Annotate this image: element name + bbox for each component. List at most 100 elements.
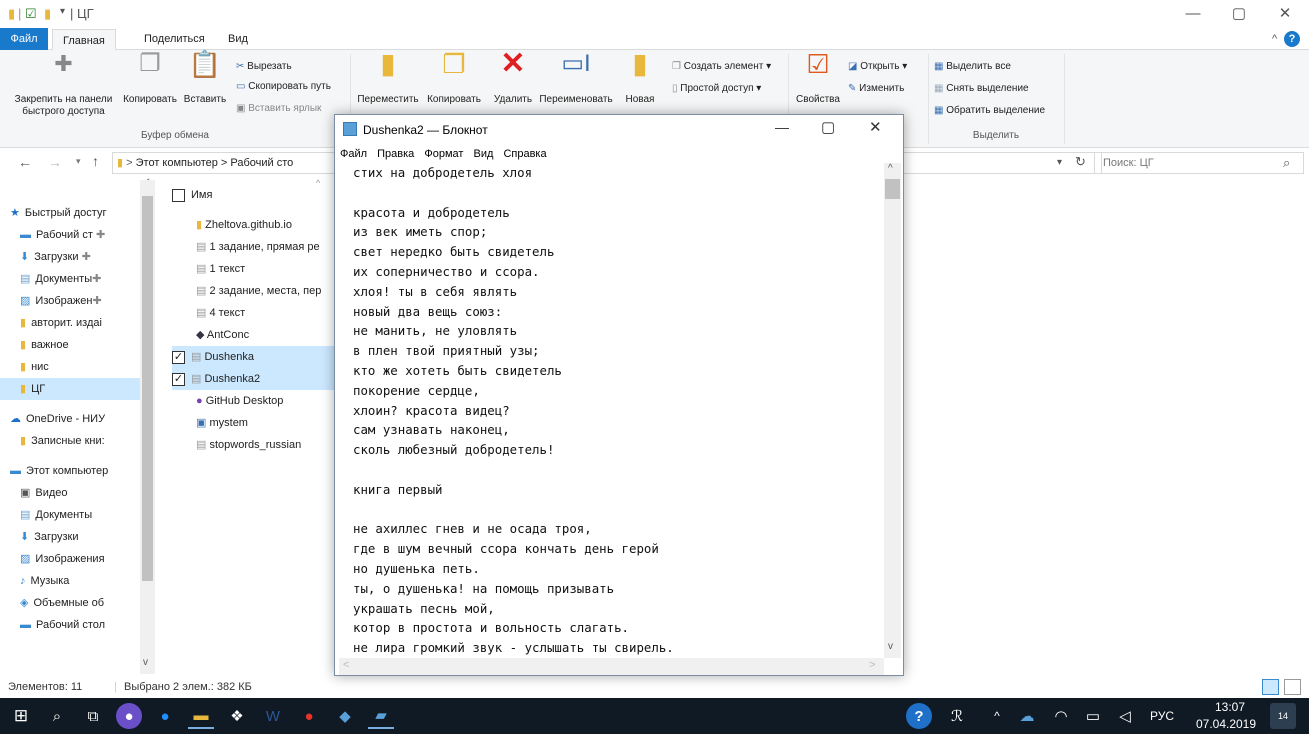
nav-quick-access[interactable]: ★ Быстрый достуг — [10, 202, 106, 224]
menu-file[interactable]: Файл — [340, 148, 367, 160]
nav-item-pictures[interactable]: ▨ Изображения — [20, 548, 105, 570]
nav-scroll-down-icon[interactable]: v — [143, 657, 148, 668]
nav-item-pictures[interactable]: ▨ Изображен✚ — [20, 290, 102, 312]
dropbox-icon[interactable]: ❖ — [224, 703, 250, 729]
refresh-icon[interactable]: ↻ — [1075, 153, 1086, 172]
customize-qa-icon[interactable]: ▾ — [60, 6, 65, 17]
cut-button[interactable]: ✂ Вырезать — [236, 60, 292, 74]
search-icon[interactable]: ⌕ — [44, 703, 70, 729]
new-folder-button[interactable]: ▮ Новая — [620, 50, 660, 106]
nav-item-current[interactable]: ▮ ЦГ — [0, 378, 140, 400]
forward-icon[interactable]: → — [48, 154, 62, 170]
onedrive-tray-icon[interactable]: ☁ — [1014, 703, 1040, 729]
scrollbar-thumb[interactable] — [885, 179, 900, 199]
people-icon[interactable]: ℛ — [944, 703, 970, 729]
scroll-right-icon[interactable]: > — [869, 659, 875, 671]
pin-button[interactable]: ✚ Закрепить на панели быстрого доступа — [6, 53, 121, 118]
copy-to-button[interactable]: ❐ Копировать — [422, 51, 486, 106]
task-view-icon[interactable]: ⧉ — [80, 703, 106, 729]
notepad-text-area[interactable]: стих на добродетель хлоя красота и добро… — [339, 163, 884, 658]
tab-view[interactable]: Вид — [218, 28, 258, 50]
properties-button[interactable]: ☑ Свойства — [792, 51, 844, 106]
list-item-selected[interactable]: ✓ ▤ Dushenka — [172, 346, 352, 368]
back-icon[interactable]: ← — [18, 154, 32, 170]
move-to-button[interactable]: ▮ Переместить — [354, 50, 422, 106]
word-icon[interactable]: W — [260, 703, 286, 729]
delete-button[interactable]: ✕ Удалить — [490, 49, 536, 106]
select-all-button[interactable]: ▦ Выделить все — [934, 60, 1011, 74]
battery-icon[interactable]: ▭ — [1080, 703, 1106, 729]
search-input[interactable]: Поиск: ЦГ ⌕ — [1094, 152, 1304, 174]
help-icon[interactable]: ? — [1284, 31, 1300, 47]
row-checkbox[interactable]: ✓ — [172, 350, 185, 364]
notepad-close-button[interactable]: ✕ — [869, 118, 882, 136]
nav-item-notes[interactable]: ▮ Записные кни: — [20, 430, 105, 452]
new-folder-icon[interactable]: ▮ — [44, 6, 51, 22]
help-tray-icon[interactable]: ? — [906, 703, 932, 729]
minimize-button[interactable]: — — [1170, 0, 1216, 28]
antconc-taskbar-icon[interactable]: ◆ — [332, 703, 358, 729]
nav-item-3d[interactable]: ◈ Объемные об — [20, 592, 104, 614]
paste-shortcut-button[interactable]: ▣ Вставить ярлык — [236, 102, 321, 116]
nav-item-downloads[interactable]: ⬇ Загрузки — [20, 526, 79, 548]
maximize-button[interactable]: ▢ — [1216, 0, 1262, 28]
up-icon[interactable]: ↑ — [92, 153, 99, 169]
details-view-icon[interactable] — [1262, 679, 1279, 695]
nav-item-video[interactable]: ▣ Видео — [20, 482, 68, 504]
address-dropdown-icon[interactable]: ▾ — [1057, 153, 1062, 173]
wifi-icon[interactable]: ◠ — [1048, 703, 1074, 729]
start-icon[interactable]: ⊞ — [8, 703, 34, 729]
list-item-selected[interactable]: ✓ ▤ Dushenka2 — [172, 368, 352, 390]
nav-this-pc[interactable]: ▬ Этот компьютер — [10, 460, 108, 482]
breadcrumb[interactable]: Этот компьютер > Рабочий сто — [136, 157, 294, 169]
nav-item-documents[interactable]: ▤ Документы — [20, 504, 92, 526]
search-icon[interactable]: ⌕ — [1283, 153, 1290, 173]
nav-item-downloads[interactable]: ⬇ Загрузки ✚ — [20, 246, 91, 268]
close-button[interactable]: ✕ — [1262, 0, 1308, 28]
nav-item-documents[interactable]: ▤ Документы✚ — [20, 268, 101, 290]
nav-scrollbar-thumb[interactable] — [142, 196, 153, 581]
browser-icon[interactable]: ● — [152, 703, 178, 729]
notepad-vertical-scrollbar[interactable]: ^ v — [884, 163, 901, 658]
tab-share[interactable]: Поделиться — [134, 28, 215, 50]
menu-format[interactable]: Формат — [424, 148, 463, 160]
nav-item-desktop[interactable]: ▬ Рабочий ст ✚ — [20, 224, 105, 246]
scroll-up-icon[interactable]: ^ — [888, 163, 893, 174]
notepad-horizontal-scrollbar[interactable]: < > — [339, 658, 884, 675]
scroll-left-icon[interactable]: < — [343, 659, 349, 671]
properties-icon[interactable]: ☑ — [25, 6, 37, 22]
copy-path-button[interactable]: ▭ Скопировать путь — [236, 80, 331, 94]
yandex-browser-icon[interactable]: ● — [296, 703, 322, 729]
open-button[interactable]: ◪ Открыть ▾ — [848, 60, 907, 74]
row-checkbox[interactable]: ✓ — [172, 372, 185, 386]
volume-icon[interactable]: ◁ — [1112, 703, 1138, 729]
recent-locations-icon[interactable]: ▾ — [76, 156, 81, 167]
nav-item-music[interactable]: ♪ Музыка — [20, 570, 69, 592]
edit-button[interactable]: ✎ Изменить — [848, 82, 904, 96]
nav-item-folder[interactable]: ▮ авторит. издаі — [20, 312, 102, 334]
select-none-button[interactable]: ▦ Снять выделение — [934, 82, 1029, 96]
menu-edit[interactable]: Правка — [377, 148, 414, 160]
menu-view[interactable]: Вид — [473, 148, 493, 160]
notepad-maximize-button[interactable]: ▢ — [821, 118, 835, 136]
large-icons-view-icon[interactable] — [1284, 679, 1301, 695]
select-all-checkbox[interactable] — [172, 188, 185, 202]
invert-selection-button[interactable]: ▦ Обратить выделение — [934, 104, 1045, 118]
nav-onedrive[interactable]: ☁ OneDrive - НИУ — [10, 408, 105, 430]
cortana-icon[interactable]: ● — [116, 703, 142, 729]
new-item-button[interactable]: ❐ Создать элемент ▾ — [672, 60, 771, 74]
nav-item-folder[interactable]: ▮ важное — [20, 334, 69, 356]
easy-access-button[interactable]: ▯ Простой доступ ▾ — [672, 82, 761, 96]
file-explorer-taskbar-icon[interactable]: ▬ — [188, 703, 214, 729]
clock-date[interactable]: 07.04.2019 — [1190, 706, 1262, 734]
notification-center-icon[interactable]: 14 — [1270, 703, 1296, 729]
notepad-minimize-button[interactable]: — — [775, 119, 789, 135]
nav-item-desktop[interactable]: ▬ Рабочий стол — [20, 614, 105, 636]
show-hidden-icons-icon[interactable]: ^ — [984, 703, 1010, 729]
rename-button[interactable]: ▭I Переименовать — [536, 52, 616, 106]
nav-item-folder[interactable]: ▮ нис — [20, 356, 49, 378]
menu-help[interactable]: Справка — [503, 148, 546, 160]
copy-button[interactable]: ❐ Копировать — [120, 52, 180, 106]
language-indicator[interactable]: РУС — [1150, 698, 1174, 734]
notepad-title-bar[interactable]: Dushenka2 — Блокнот — ▢ ✕ — [335, 115, 903, 145]
